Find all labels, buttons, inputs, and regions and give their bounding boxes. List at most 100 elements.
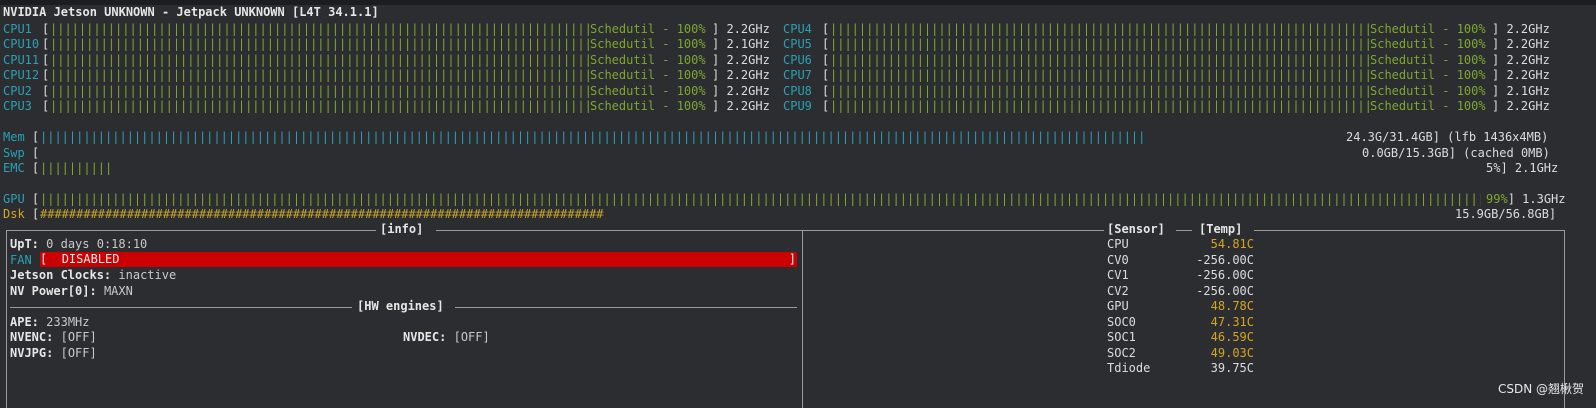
cpu-name: CPU4 [783,22,812,36]
cpu-usage-bar: ||||||||||||||||||||||||||||||||||||||||… [830,68,1370,82]
cpu-governor: Schedutil - 100% [590,37,706,51]
sensor-temperature: 47.31C [1210,314,1254,329]
ape-row: APE: 233MHz [10,315,90,331]
dsk-bracket-open: [ [32,207,40,221]
dsk-bracket-close: ] [1548,207,1557,221]
sensor-name: GPU [1107,299,1129,313]
cpu-frequency: ] 2.2GHz [1492,37,1550,51]
nvenc-label: NVENC: [10,330,54,344]
watermark: CSDN @翘楸贺 [1497,382,1584,397]
cpu-bracket-open: [ [42,37,50,51]
uptime-value: 0 days 0:18:10 [46,237,148,251]
clocks-row: Jetson Clocks: inactive [10,268,176,284]
info-middle-divider [802,230,803,408]
sensor-name: SOC1 [1107,330,1136,344]
sensor-name: CV0 [1107,252,1129,267]
hw-border-left [10,307,352,308]
cpu-frequency: ] 2.2GHz [712,53,770,67]
cpu-usage-bar: ||||||||||||||||||||||||||||||||||||||||… [50,37,590,51]
power-row: NV Power[0]: MAXN [10,284,133,300]
swp-value: 0.0GB/15.3GB [1362,146,1449,160]
cpu-usage-bar: ||||||||||||||||||||||||||||||||||||||||… [50,53,590,67]
info-panel-title: [info] [380,222,424,236]
cpu-bracket-open: [ [822,22,830,36]
gpu-bracket-close: ] [1507,192,1523,206]
cpu-bracket-open: [ [822,99,830,113]
sensor-name: CPU [1107,237,1129,251]
cpu-frequency: ] 2.2GHz [1492,22,1550,36]
emc-usage-bar: |||||||||||| [40,161,110,175]
clocks-label: Jetson Clocks: [10,268,112,282]
cpu-usage-bar: ||||||||||||||||||||||||||||||||||||||||… [830,53,1370,67]
emc-bracket-open: [ [32,161,40,175]
cpu-name: CPU11 [3,53,40,67]
nvenc-value: [OFF] [60,330,97,344]
hw-border-right [455,307,797,308]
dsk-readout: 15.9GB/56.8GB] [1455,207,1556,223]
cpu-governor: Schedutil - 100% [590,99,706,113]
cpu-governor: Schedutil - 100% [590,22,706,36]
emc-bracket-close: ] [1500,161,1515,175]
cpu-usage-bar: ||||||||||||||||||||||||||||||||||||||||… [830,99,1370,113]
sensor-temperature: -256.00C [1196,268,1254,282]
ape-label: APE: [10,315,39,329]
nvjpg-label: NVJPG: [10,346,54,360]
cpu-frequency: ] 2.2GHz [1492,99,1550,113]
uptime-row: UpT: 0 days 0:18:10 [10,237,147,253]
cpu-governor: Schedutil - 100% [1370,84,1486,98]
gpu-bracket-open: [ [32,192,40,206]
emc-label: EMC [3,161,25,175]
emc-pct: 5% [1486,161,1501,175]
cpu-frequency: ] 2.1GHz [1492,84,1550,98]
sensor-header-dash [1176,230,1192,231]
hw-engines-title: [HW engines] [357,299,444,313]
cpu-frequency: ] 2.2GHz [712,84,770,98]
info-top-border-right [436,230,1104,231]
page-title: NVIDIA Jetson UNKNOWN - Jetpack UNKNOWN … [3,5,379,19]
dsk-label: Dsk [3,207,25,221]
nvjpg-value: [OFF] [60,346,97,360]
cpu-bracket-open: [ [822,37,830,51]
cpu-bracket-open: [ [822,53,830,67]
sensor-column-header: [Sensor] [1107,222,1165,236]
cpu-usage-bar: ||||||||||||||||||||||||||||||||||||||||… [50,22,590,36]
cpu-frequency: ] 2.2GHz [712,22,770,36]
cpu-name: CPU7 [783,68,812,82]
clocks-value: inactive [118,268,177,282]
cpu-frequency: ] 2.2GHz [1492,53,1550,67]
fan-label: FAN [10,253,32,267]
cpu-name: CPU2 [3,84,32,98]
cpu-usage-bar: ||||||||||||||||||||||||||||||||||||||||… [50,68,590,82]
mem-readout: 24.3G/31.4GB] (lfb 1436x4MB) [1346,130,1548,146]
sensor-temperature: 54.81C [1210,237,1254,251]
sensor-temperature: 46.59C [1210,330,1254,344]
cpu-name: CPU3 [3,99,32,113]
gpu-usage-bar: ||||||||||||||||||||||||||||||||||||||||… [40,192,1481,206]
cpu-name: CPU1 [3,22,32,36]
mem-bracket-open: [ [32,130,40,144]
gpu-label: GPU [3,192,25,206]
sensor-temperature: 39.75C [1210,361,1254,375]
mem-extra: (lfb 1436x4MB) [1447,130,1549,144]
sensor-name: CV2 [1107,283,1129,298]
cpu-governor: Schedutil - 100% [590,84,706,98]
cpu-governor: Schedutil - 100% [1370,22,1486,36]
emc-freq: 2.1GHz [1514,161,1559,175]
emc-readout: 5%] 2.1GHz [1486,161,1558,177]
sensor-top-border [1254,230,1564,231]
cpu-governor: Schedutil - 100% [1370,68,1486,82]
dsk-usage-bar: ########################################… [40,207,604,221]
gpu-pct: 99% [1486,192,1508,206]
power-label: NV Power[0]: [10,284,97,298]
fan-status-bar: [ DISABLED] [40,252,797,267]
cpu-usage-bar: ||||||||||||||||||||||||||||||||||||||||… [830,22,1370,36]
swp-bracket-open: [ [32,146,40,160]
dsk-value: 15.9GB/56.8GB [1455,207,1549,221]
cpu-usage-bar: ||||||||||||||||||||||||||||||||||||||||… [830,37,1370,51]
cpu-bracket-open: [ [42,99,50,113]
gpu-freq: 1.3GHz [1522,192,1566,206]
cpu-frequency: ] 2.2GHz [712,68,770,82]
nvjpg-row: NVJPG: [OFF] [10,346,97,362]
cpu-name: CPU9 [783,99,812,113]
cpu-usage-bar: ||||||||||||||||||||||||||||||||||||||||… [830,84,1370,98]
